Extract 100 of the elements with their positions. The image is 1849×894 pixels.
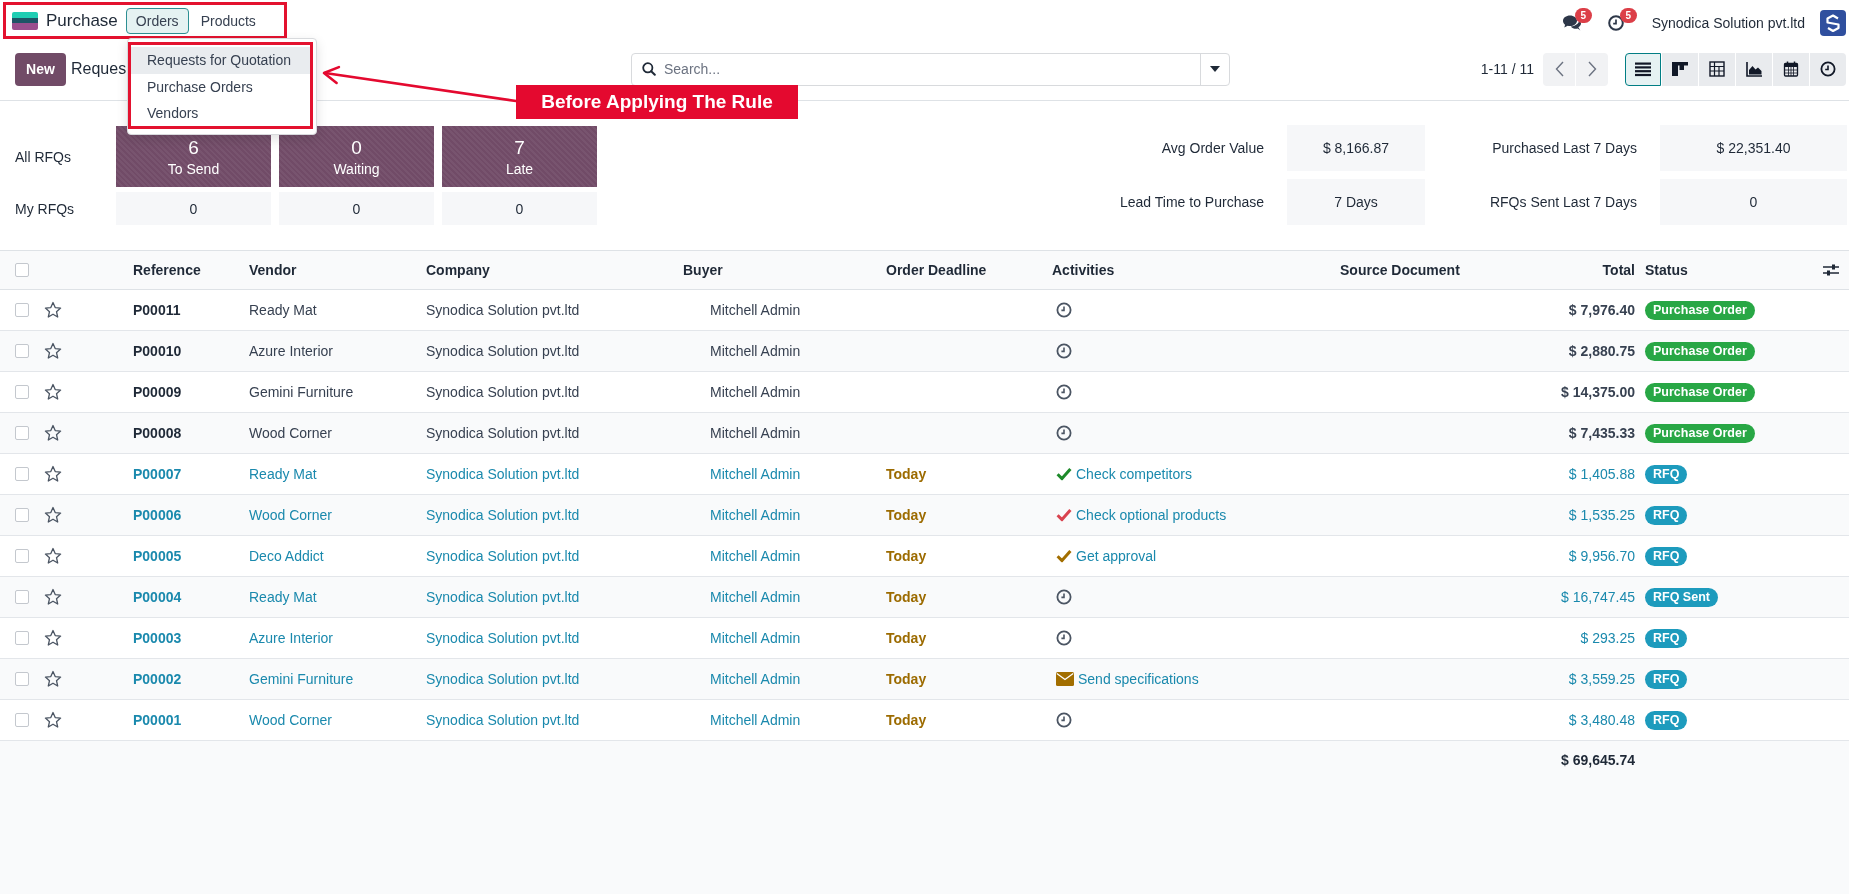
new-button[interactable]: New [15,52,66,86]
star-icon[interactable] [44,629,62,647]
count-cell[interactable]: 0 [116,192,271,225]
clock-icon[interactable] [1056,589,1072,605]
caret-down-icon [1210,66,1220,72]
area-chart-icon [1746,61,1762,77]
order-total: $ 14,375.00 [1561,384,1635,400]
star-icon[interactable] [44,547,62,565]
previous-button[interactable] [1543,52,1575,86]
stat-label: Lead Time to Purchase [1120,194,1264,210]
buyer-name: Mitchell Admin [710,548,801,564]
star-icon[interactable] [44,506,62,524]
row-checkbox[interactable] [15,713,29,727]
column-header[interactable]: Source Document [1340,262,1460,278]
tile-count: 7 [514,135,525,160]
column-header[interactable]: Vendor [249,262,297,278]
star-icon[interactable] [44,342,62,360]
count-cell[interactable]: 0 [442,192,597,225]
company-name[interactable]: Synodica Solution pvt.ltd [1651,15,1805,31]
rfq-tile[interactable]: 0 Waiting [279,126,434,187]
activity-summary[interactable]: Check competitors [1076,466,1192,482]
star-icon[interactable] [44,424,62,442]
activity-summary[interactable]: Send specifications [1078,671,1199,687]
row-checkbox[interactable] [15,467,29,481]
clock-icon[interactable] [1607,15,1624,31]
count-cell[interactable]: 0 [279,192,434,225]
row-checkbox[interactable] [15,590,29,604]
company-logo-icon[interactable] [1820,10,1846,36]
dropdown-item[interactable]: Requests for Quotation [131,47,310,74]
columns-icon [1672,61,1688,77]
star-icon[interactable] [44,465,62,483]
table-row[interactable]: P00003 Azure Interior Synodica Solution pvt.ltd Mitchell Admin Today $ 293.25 RFQ [0,618,1849,659]
column-header[interactable]: Total [1602,262,1635,278]
clock-icon[interactable] [1056,302,1072,318]
stat-value: 0 [1660,179,1847,225]
clock-icon[interactable] [1056,425,1072,441]
star-icon[interactable] [44,383,62,401]
column-header[interactable]: Buyer [683,262,723,278]
tile-caption: Late [505,159,534,178]
order-deadline: Today [886,630,927,646]
vendor-name: Wood Corner [249,712,332,728]
table-row[interactable]: P00009 Gemini Furniture Synodica Solution pvt.ltd Mitchell Admin $ 14,375.00 Purchase Order [0,372,1849,413]
column-header[interactable]: Status [1645,262,1688,278]
view-switch-button[interactable] [1773,52,1809,86]
row-checkbox[interactable] [15,385,29,399]
search-icon [642,62,656,76]
row-label: All RFQs [15,148,72,165]
menu-button[interactable]: Products [190,7,266,34]
view-switch-button[interactable] [1662,52,1698,86]
row-checkbox[interactable] [15,549,29,563]
star-icon[interactable] [44,670,62,688]
table-row[interactable]: P00011 Ready Mat Synodica Solution pvt.ltd Mitchell Admin $ 7,976.40 Purchase Order [0,290,1849,331]
next-button[interactable] [1576,52,1608,86]
star-icon[interactable] [44,301,62,319]
dropdown-item[interactable]: Vendors [131,100,310,127]
column-header[interactable]: Company [426,262,490,278]
app-logo-icon[interactable] [12,11,38,30]
activity-summary[interactable]: Check optional products [1076,507,1227,523]
order-reference: P00010 [133,343,182,359]
table-row[interactable]: P00007 Ready Mat Synodica Solution pvt.ltd Mitchell Admin Today Check competitors $ 1,405.88 RFQ [0,454,1849,495]
app-name[interactable]: Purchase [46,10,118,31]
notification-badge: 5 [1574,8,1592,23]
row-checkbox[interactable] [15,631,29,645]
column-header[interactable]: Activities [1052,262,1115,278]
row-checkbox[interactable] [15,344,29,358]
sliders-icon[interactable] [1823,263,1839,277]
status-badge: Purchase Order [1645,300,1755,320]
rfq-tile[interactable]: 7 Late [442,126,597,187]
column-header[interactable]: Order Deadline [886,262,987,278]
view-switch-button[interactable] [1736,52,1772,86]
view-switch-button[interactable] [1625,52,1661,86]
select-all-checkbox[interactable] [15,263,29,277]
clock-icon[interactable] [1056,712,1072,728]
chat-icon[interactable] [1562,15,1581,31]
order-reference: P00008 [133,425,182,441]
table-row[interactable]: P00005 Deco Addict Synodica Solution pvt.ltd Mitchell Admin Today Get approval $ 9,956.70 RFQ [0,536,1849,577]
buyer-name: Mitchell Admin [710,343,801,359]
company-name: Synodica Solution pvt.ltd [426,507,580,523]
company-name: Synodica Solution pvt.ltd [426,671,580,687]
table-row[interactable]: P00001 Wood Corner Synodica Solution pvt.ltd Mitchell Admin Today $ 3,480.48 RFQ [0,700,1849,741]
column-header[interactable]: Reference [133,262,201,278]
menu-button[interactable]: Orders [125,7,189,34]
vendor-name: Ready Mat [249,466,317,482]
row-label: My RFQs [15,200,76,217]
pager-value: 1-11 / 11 [1480,61,1534,77]
view-switch-button[interactable] [1810,52,1846,86]
view-switch-button[interactable] [1699,52,1735,86]
clock-icon[interactable] [1056,630,1072,646]
vendor-name: Ready Mat [249,589,317,605]
row-checkbox[interactable] [15,508,29,522]
row-checkbox[interactable] [15,303,29,317]
star-icon[interactable] [44,711,62,729]
clock-icon[interactable] [1056,343,1072,359]
row-checkbox[interactable] [15,426,29,440]
company-name: Synodica Solution pvt.ltd [426,384,580,400]
activity-summary[interactable]: Get approval [1076,548,1157,564]
clock-icon[interactable] [1056,384,1072,400]
star-icon[interactable] [44,588,62,606]
dropdown-item[interactable]: Purchase Orders [131,73,310,100]
row-checkbox[interactable] [15,672,29,686]
